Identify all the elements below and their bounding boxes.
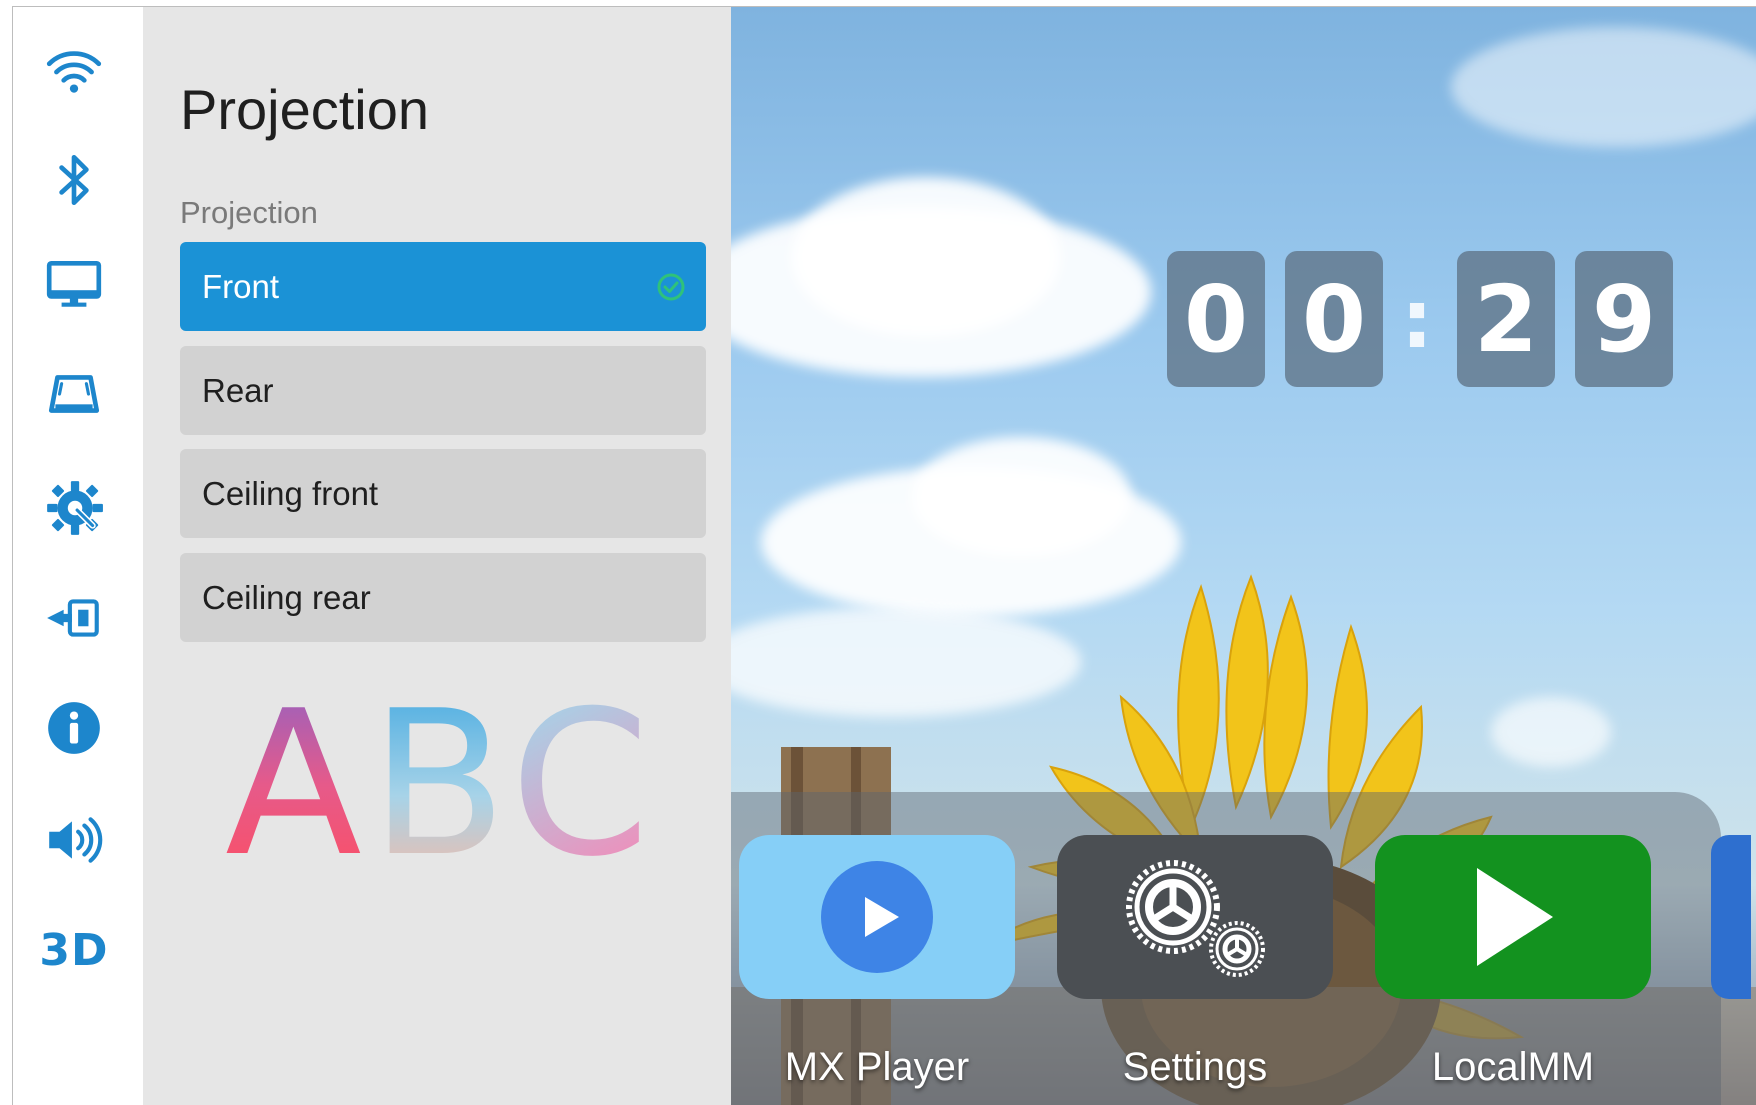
clock-separator: : [1401,272,1433,366]
keystone-icon-graphic [48,375,100,413]
screen-frame: 3D Projection Projection Front Rear Ceil… [12,6,1756,1105]
gear-wrench-icon[interactable] [39,473,109,543]
wifi-icon-graphic [46,51,102,93]
app-localmm[interactable] [1375,835,1651,999]
play-circle-icon [821,861,933,973]
option-label: Rear [202,371,274,409]
app-label: MX Player [784,1045,970,1089]
home-screen: 0 0 : 2 9 MX Player Settings LocalMM [731,7,1756,1105]
abc-letter-a: ABC [225,675,650,875]
info-icon[interactable] [39,693,109,763]
option-label: Front [202,267,280,305]
monitor-icon-graphic [46,261,102,307]
option-ceiling-rear[interactable]: Ceiling rear [180,553,706,642]
wifi-icon[interactable] [39,35,109,105]
3d-label: 3D [39,924,109,976]
cloud [911,437,1131,557]
settings-icon-rail: 3D [13,7,143,1105]
bluetooth-icon-graphic [59,154,89,206]
clock-digit: 0 [1285,251,1383,387]
input-source-icon-graphic [47,599,99,637]
3d-menu-item[interactable]: 3D [39,915,109,985]
check-circle-icon [657,273,685,301]
app-partial[interactable] [1711,835,1751,999]
projection-panel: Projection Projection Front Rear Ceiling… [143,7,731,1105]
clock-widget: 0 0 : 2 9 [1167,251,1693,387]
projection-preview-abc: ABC [225,675,650,875]
clock-digit: 9 [1575,251,1673,387]
monitor-icon[interactable] [39,249,109,319]
option-rear[interactable]: Rear [180,346,706,435]
speaker-icon-graphic [49,817,103,863]
speaker-icon[interactable] [39,805,109,875]
keystone-icon[interactable] [39,359,109,429]
option-label: Ceiling front [202,474,379,512]
info-icon-graphic [48,702,100,754]
option-ceiling-front[interactable]: Ceiling front [180,449,706,538]
app-label: Settings [1122,1045,1268,1089]
page-title: Projection [180,78,430,141]
clock-digit: 2 [1457,251,1555,387]
gear-wrench-icon-graphic [47,481,103,535]
gears-icon [1126,860,1265,977]
cloud [791,177,1061,337]
bluetooth-icon[interactable] [39,145,109,215]
option-front[interactable]: Front [180,242,706,331]
app-mx-player[interactable] [739,835,1015,999]
clock-digit: 0 [1167,251,1265,387]
app-settings[interactable] [1057,835,1333,999]
option-label: Ceiling rear [202,578,371,616]
cloud [1451,27,1756,147]
input-source-icon[interactable] [39,583,109,653]
play-triangle-icon [1477,868,1553,966]
section-label: Projection [180,195,318,230]
app-label: LocalMM [1431,1045,1595,1089]
